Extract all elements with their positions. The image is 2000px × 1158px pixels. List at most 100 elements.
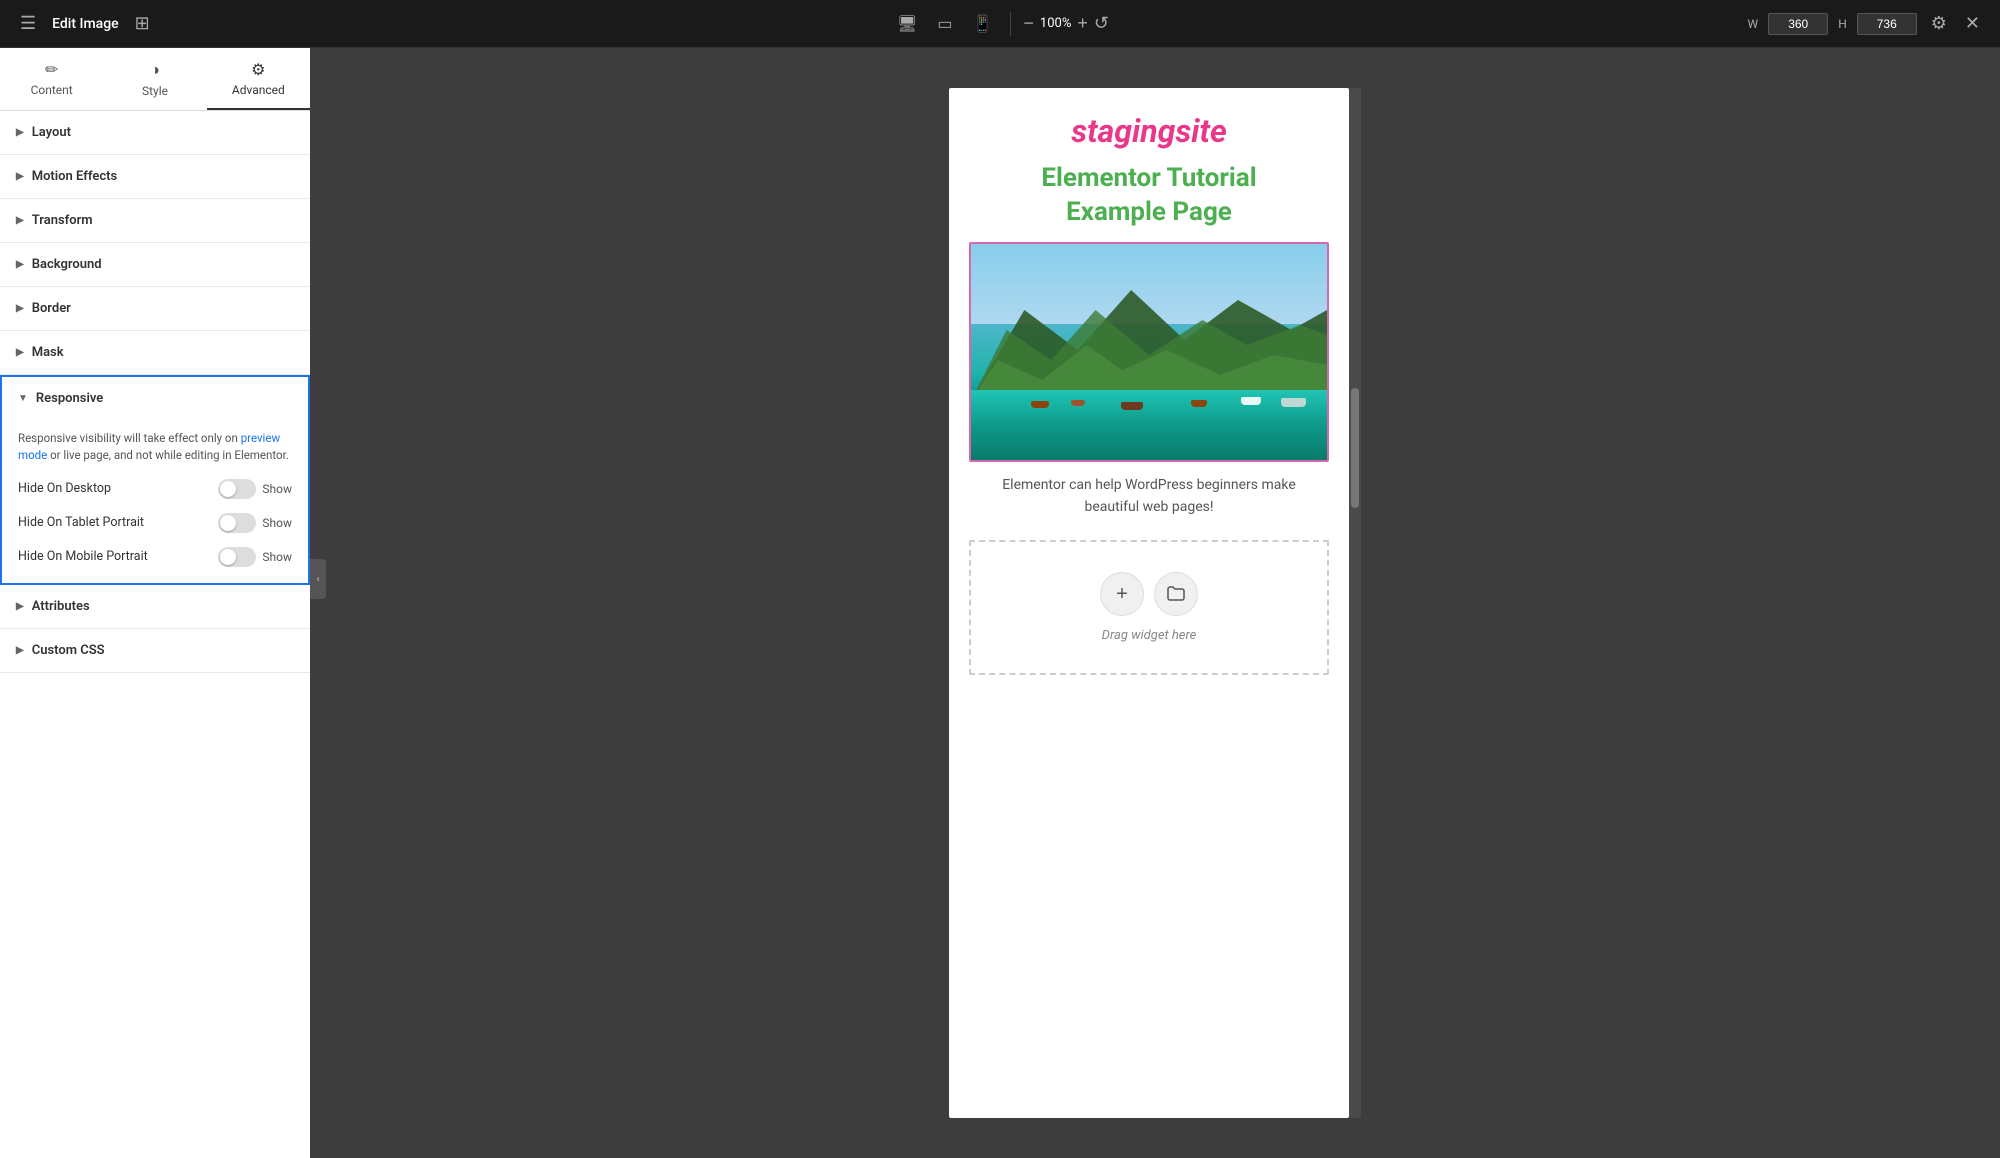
boat-3 <box>1121 402 1143 410</box>
section-border[interactable]: ▶ Border <box>0 287 310 331</box>
section-attributes[interactable]: ▶ Attributes <box>0 585 310 629</box>
tab-advanced-label: Advanced <box>232 83 285 97</box>
background-arrow-icon: ▶ <box>16 259 24 270</box>
folder-icon <box>1166 584 1186 604</box>
main-layout: ✏ Content ◑ Style ⚙ Advanced ▶ Layout ▶ <box>0 48 2000 1158</box>
boat-6 <box>1281 398 1306 407</box>
boat-5 <box>1241 397 1261 405</box>
boat-2 <box>1071 400 1085 406</box>
toggle-desktop-track[interactable] <box>218 479 256 499</box>
zoom-reset-button[interactable]: ↺ <box>1094 13 1109 34</box>
mobile-view-button[interactable]: 📱 <box>966 10 998 38</box>
drop-zone: + Drag widget here <box>969 540 1329 675</box>
scrollbar-thumb[interactable] <box>1351 388 1359 508</box>
panel-title: Edit Image <box>52 16 119 32</box>
tablet-view-button[interactable]: ▭ <box>931 10 958 38</box>
zoom-controls: − 100% + ↺ <box>1023 13 1109 34</box>
toggle-mobile-thumb <box>220 549 236 565</box>
drop-zone-actions: + <box>1100 572 1198 616</box>
section-motion-effects[interactable]: ▶ Motion Effects <box>0 155 310 199</box>
section-transform[interactable]: ▶ Transform <box>0 199 310 243</box>
height-input[interactable] <box>1857 13 1917 35</box>
toggle-row-mobile: Hide On Mobile Portrait Show <box>18 547 292 567</box>
toggle-mobile-track[interactable] <box>218 547 256 567</box>
settings-button[interactable]: ⚙ <box>1927 9 1951 38</box>
motion-effects-arrow-icon: ▶ <box>16 171 24 182</box>
custom-css-arrow-icon: ▶ <box>16 645 24 656</box>
toggle-row-desktop: Hide On Desktop Show <box>18 479 292 499</box>
responsive-header-label: Responsive <box>36 391 103 406</box>
zoom-out-button[interactable]: − <box>1023 13 1034 34</box>
canvas-scrollbar[interactable] <box>1349 88 1361 1118</box>
panel-collapse-handle[interactable]: ‹ <box>310 559 326 599</box>
topbar: ☰ Edit Image ⊞ 🖥 ▭ 📱 − 100% + ↺ W H ⚙ ✕ <box>0 0 2000 48</box>
height-label: H <box>1838 17 1847 31</box>
canvas-area: stagingsite Elementor Tutorial Example P… <box>310 48 2000 1158</box>
toggle-desktop-label: Hide On Desktop <box>18 481 111 496</box>
zoom-level: 100% <box>1040 16 1071 31</box>
section-motion-effects-label: Motion Effects <box>32 169 117 184</box>
section-responsive: ▼ Responsive Responsive visibility will … <box>0 375 310 585</box>
section-mask[interactable]: ▶ Mask <box>0 331 310 375</box>
toggle-mobile-switch[interactable]: Show <box>218 547 292 567</box>
section-mask-label: Mask <box>32 345 64 360</box>
page-title-line1: Elementor Tutorial <box>1041 163 1256 193</box>
responsive-note-text: Responsive visibility will take effect o… <box>18 431 241 445</box>
toggle-mobile-label: Hide On Mobile Portrait <box>18 549 148 564</box>
page-description: Elementor can help WordPress beginners m… <box>992 474 1306 519</box>
site-logo: stagingsite <box>1071 112 1227 150</box>
tab-content[interactable]: ✏ Content <box>0 48 103 110</box>
responsive-arrow-icon: ▼ <box>18 393 28 404</box>
toggle-tablet-track[interactable] <box>218 513 256 533</box>
left-panel: ✏ Content ◑ Style ⚙ Advanced ▶ Layout ▶ <box>0 48 310 1158</box>
description-line2: beautiful web pages! <box>1085 499 1214 515</box>
responsive-body: Responsive visibility will take effect o… <box>2 420 308 583</box>
toggle-tablet-thumb <box>220 515 236 531</box>
section-layout[interactable]: ▶ Layout <box>0 111 310 155</box>
tab-content-label: Content <box>31 83 73 97</box>
hamburger-menu-button[interactable]: ☰ <box>16 9 40 38</box>
add-widget-button[interactable]: + <box>1100 572 1144 616</box>
separator <box>1010 12 1011 36</box>
responsive-header[interactable]: ▼ Responsive <box>2 377 308 420</box>
close-button[interactable]: ✕ <box>1961 9 1984 38</box>
toggle-desktop-switch[interactable]: Show <box>218 479 292 499</box>
page-frame: stagingsite Elementor Tutorial Example P… <box>949 88 1349 1118</box>
section-custom-css[interactable]: ▶ Custom CSS <box>0 629 310 673</box>
responsive-note: Responsive visibility will take effect o… <box>18 430 292 465</box>
transform-arrow-icon: ▶ <box>16 215 24 226</box>
toggle-tablet-value: Show <box>262 516 292 530</box>
add-from-library-button[interactable] <box>1154 572 1198 616</box>
page-title-line2: Example Page <box>1066 197 1232 227</box>
tab-style[interactable]: ◑ Style <box>103 48 206 110</box>
boat-4 <box>1191 400 1207 407</box>
boat-1 <box>1031 401 1049 408</box>
section-custom-css-label: Custom CSS <box>32 643 105 658</box>
section-layout-label: Layout <box>32 125 71 140</box>
desktop-view-button[interactable]: 🖥 <box>891 10 923 38</box>
tab-style-label: Style <box>142 84 168 98</box>
mountains-svg <box>971 270 1327 400</box>
page-inner: stagingsite Elementor Tutorial Example P… <box>949 88 1349 699</box>
page-title: Elementor Tutorial Example Page <box>1041 162 1256 230</box>
toggle-desktop-value: Show <box>262 482 292 496</box>
attributes-arrow-icon: ▶ <box>16 601 24 612</box>
width-input[interactable] <box>1768 13 1828 35</box>
tab-bar: ✏ Content ◑ Style ⚙ Advanced <box>0 48 310 111</box>
hero-image <box>969 242 1329 462</box>
section-transform-label: Transform <box>32 213 93 228</box>
zoom-in-button[interactable]: + <box>1077 13 1088 34</box>
grid-menu-button[interactable]: ⊞ <box>131 9 154 38</box>
responsive-note-suffix: or live page, and not while editing in E… <box>47 448 289 462</box>
toggle-tablet-label: Hide On Tablet Portrait <box>18 515 144 530</box>
content-tab-icon: ✏ <box>45 60 58 79</box>
toggle-tablet-switch[interactable]: Show <box>218 513 292 533</box>
mask-arrow-icon: ▶ <box>16 347 24 358</box>
description-line1: Elementor can help WordPress beginners m… <box>1002 477 1296 493</box>
layout-arrow-icon: ▶ <box>16 127 24 138</box>
style-tab-icon: ◑ <box>150 60 160 80</box>
section-background[interactable]: ▶ Background <box>0 243 310 287</box>
section-attributes-label: Attributes <box>32 599 90 614</box>
tab-advanced[interactable]: ⚙ Advanced <box>207 48 310 110</box>
toggle-row-tablet: Hide On Tablet Portrait Show <box>18 513 292 533</box>
